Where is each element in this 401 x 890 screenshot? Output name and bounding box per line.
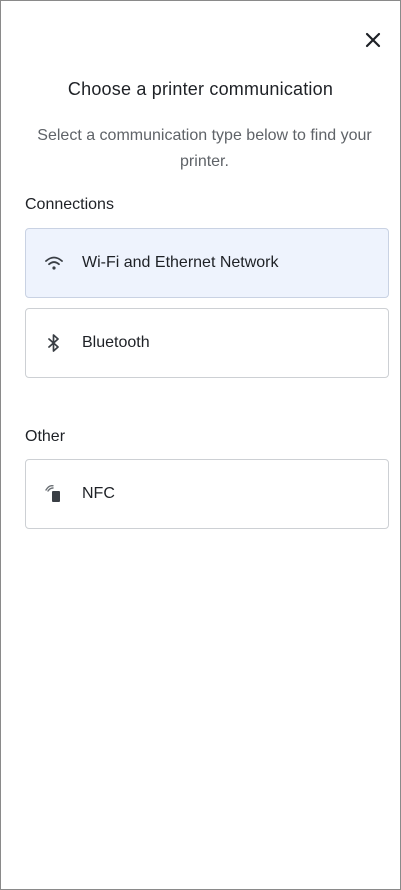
- section-label-other: Other: [25, 428, 66, 445]
- option-label: Wi-Fi and Ethernet Network: [82, 254, 279, 271]
- dialog-title: Choose a printer communication: [67, 79, 334, 99]
- option-label: NFC: [82, 485, 115, 502]
- close-icon: [365, 32, 381, 48]
- printer-communication-dialog: Choose a printer communication Select a …: [0, 0, 401, 890]
- close-button[interactable]: [360, 27, 386, 53]
- dialog-subtitle: Select a communication type below to fin…: [37, 127, 372, 170]
- section-label-connections: Connections: [25, 196, 114, 213]
- option-label: Bluetooth: [82, 334, 150, 351]
- nfc-icon: [44, 484, 64, 504]
- option-wifi-ethernet[interactable]: Wi-Fi and Ethernet Network: [25, 228, 389, 298]
- option-bluetooth[interactable]: Bluetooth: [25, 308, 389, 378]
- bluetooth-icon: [44, 333, 64, 353]
- option-nfc[interactable]: NFC: [25, 459, 389, 529]
- wifi-icon: [44, 253, 64, 273]
